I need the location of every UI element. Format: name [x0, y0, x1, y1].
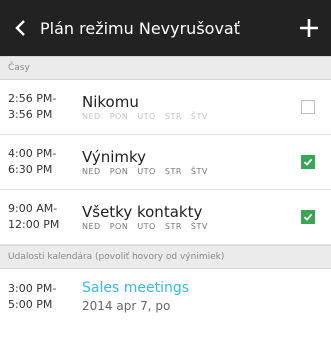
rule-days: NED PON UTO STR ŠTV — [82, 112, 301, 121]
events-list: 3:00 PM- 5:00 PM Sales meetings 2014 apr 7,… — [0, 269, 331, 324]
rule-days: NED PON UTO STR ŠTV — [82, 167, 301, 176]
rule-day-label: UTO — [137, 167, 156, 176]
section-header-events: Udalosti kalendára (povoliť hovory od vý… — [0, 245, 331, 269]
back-button[interactable] — [0, 0, 40, 56]
rule-day-label: PON — [109, 167, 129, 176]
rule-day-label: ŠTV — [190, 167, 208, 176]
rule-end-time: 3:56 PM — [8, 108, 53, 121]
rule-day-label: PON — [109, 222, 129, 231]
rule-time: 4:00 PM- 6:30 PM — [0, 146, 82, 178]
rule-row[interactable]: 4:00 PM- 6:30 PM Výnimky NED PON UTO STR ŠTV — [0, 135, 331, 190]
rule-day-label: NED — [82, 222, 101, 231]
event-row[interactable]: 3:00 PM- 5:00 PM Sales meetings 2014 apr 7,… — [0, 269, 331, 324]
rule-day-label: UTO — [137, 112, 156, 121]
rule-info: Nikomu NED PON UTO STR ŠTV — [82, 93, 301, 121]
rule-name: Výnimky — [82, 148, 147, 166]
rule-start-time: 9:00 AM- — [8, 202, 58, 215]
rule-day-label: ŠTV — [190, 112, 208, 121]
rule-day-label: STR — [164, 222, 182, 231]
rule-day-label: STR — [164, 112, 182, 121]
rule-end-time: 12:00 PM — [8, 218, 60, 231]
event-end-time: 5:00 PM — [8, 297, 53, 311]
app-header: Plán režimu Nevyrušovať — [0, 0, 331, 56]
rule-time: 9:00 AM- 12:00 PM — [0, 201, 82, 233]
event-start-time: 3:00 PM- — [8, 281, 57, 295]
rule-info: Všetky kontakty NED PON UTO STR ŠTV — [82, 203, 301, 231]
rule-info: Výnimky NED PON UTO STR ŠTV — [82, 148, 301, 176]
rule-day-label: PON — [109, 112, 129, 121]
checkmark-icon — [303, 158, 313, 166]
rule-start-time: 2:56 PM- — [8, 92, 57, 105]
rule-name: Nikomu — [82, 93, 139, 111]
rule-row[interactable]: 9:00 AM- 12:00 PM Všetky kontakty NED PON UTO… — [0, 190, 331, 245]
rule-day-label: NED — [82, 112, 101, 121]
rule-day-label: ŠTV — [190, 222, 208, 231]
event-title: Sales meetings — [82, 279, 190, 296]
checkmark-icon — [303, 213, 313, 221]
rule-end-time: 6:30 PM — [8, 163, 53, 176]
rule-day-label: NED — [82, 167, 101, 176]
rule-time: 2:56 PM- 3:56 PM — [0, 91, 82, 123]
plus-icon — [300, 19, 318, 37]
event-time: 3:00 PM- 5:00 PM — [0, 281, 82, 313]
rule-start-time: 4:00 PM- — [8, 147, 57, 160]
rule-day-label: STR — [164, 167, 182, 176]
event-date: 2014 apr 7, po — [82, 298, 171, 313]
add-rule-button[interactable] — [287, 0, 331, 56]
rule-checkbox[interactable] — [301, 210, 315, 224]
rule-days: NED PON UTO STR ŠTV — [82, 222, 301, 231]
section-header-times: Časy — [0, 56, 331, 80]
rule-checkbox[interactable] — [301, 100, 315, 114]
rule-name: Všetky kontakty — [82, 203, 203, 221]
rule-row[interactable]: 2:56 PM- 3:56 PM Nikomu NED PON UTO STR ŠTV — [0, 80, 331, 135]
event-info: Sales meetings 2014 apr 7, po — [82, 279, 331, 315]
rule-checkbox[interactable] — [301, 155, 315, 169]
chevron-left-icon — [15, 20, 25, 36]
rule-day-label: UTO — [137, 222, 156, 231]
rules-list: 2:56 PM- 3:56 PM Nikomu NED PON UTO STR ŠTV 4:00… — [0, 80, 331, 245]
page-title: Plán režimu Nevyrušovať — [40, 18, 240, 38]
